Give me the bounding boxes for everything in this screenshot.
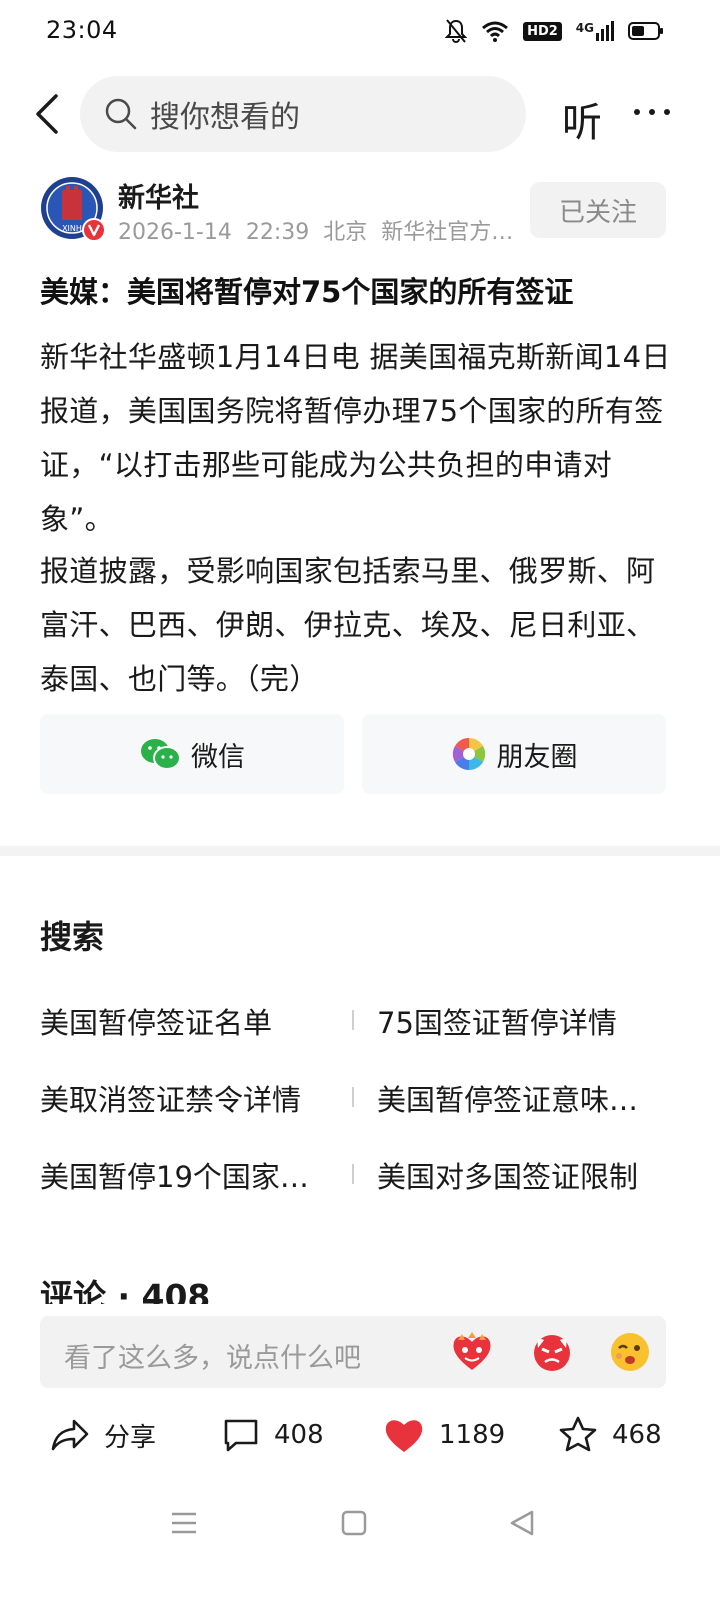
- signal-type: 4G: [575, 21, 594, 35]
- more-options-icon[interactable]: [632, 92, 672, 132]
- like-count: 1189: [439, 1420, 506, 1450]
- suggestion-divider: [352, 1087, 354, 1107]
- section-divider: [0, 846, 720, 856]
- moments-icon: [452, 737, 485, 771]
- search-suggestion[interactable]: 美国暂停19个国家…: [40, 1154, 309, 1196]
- search-suggestion[interactable]: 美取消签证禁令详情: [40, 1077, 301, 1119]
- account-description: 新华社官方…: [381, 220, 514, 245]
- share-moments-label: 朋友圈: [496, 741, 578, 773]
- search-input[interactable]: 搜你想看的: [80, 76, 526, 152]
- share-action-button[interactable]: 分享: [50, 1410, 156, 1460]
- publish-date: 2026-1-14: [118, 220, 232, 245]
- battery-icon: [628, 22, 663, 40]
- search-suggestion[interactable]: 75国签证暂停详情: [377, 1000, 617, 1042]
- share-wechat-button[interactable]: 微信: [40, 714, 344, 794]
- author-meta: 2026-1-14 22:39 北京 新华社官方…: [118, 214, 513, 246]
- star-icon: [559, 1416, 597, 1452]
- signal-icon: 4G: [576, 21, 614, 41]
- share-arrow-icon: [51, 1419, 89, 1451]
- status-time: 23:04: [46, 16, 118, 44]
- verified-badge-icon: [82, 218, 106, 242]
- like-action-button[interactable]: 1189: [383, 1410, 505, 1460]
- listen-button[interactable]: 听: [562, 90, 602, 148]
- angry-face-emoji-icon[interactable]: [530, 1330, 574, 1374]
- suggestion-divider: [352, 1010, 354, 1030]
- search-suggestion[interactable]: 美国对多国签证限制: [377, 1154, 638, 1196]
- favorite-action-button[interactable]: 468: [558, 1410, 662, 1460]
- status-bar: 23:04 HD2 4G: [0, 0, 720, 64]
- comment-count: 408: [274, 1420, 324, 1450]
- comment-placeholder: 看了这么多，说点什么吧: [64, 1343, 361, 1374]
- svg-text:XINH: XINH: [62, 224, 82, 233]
- home-nav-icon[interactable]: [340, 1508, 368, 1538]
- back-nav-icon[interactable]: [508, 1508, 536, 1538]
- hd-badge: HD2: [523, 21, 562, 41]
- wink-face-emoji-icon[interactable]: [608, 1330, 652, 1374]
- wechat-icon: [141, 739, 181, 770]
- share-wechat-label: 微信: [191, 741, 245, 773]
- share-moments-button[interactable]: 朋友圈: [362, 714, 666, 794]
- top-nav: 搜你想看的 听: [0, 72, 720, 156]
- heart-icon: [385, 1420, 423, 1452]
- favorite-count: 468: [612, 1420, 662, 1450]
- author-name[interactable]: 新华社: [118, 176, 199, 215]
- search-icon: [105, 98, 137, 130]
- follow-button[interactable]: 已关注: [530, 182, 666, 238]
- wifi-icon: [482, 21, 509, 42]
- comments-title: 评论 · 408: [40, 1277, 211, 1304]
- publish-location: 北京: [323, 220, 368, 245]
- avatar[interactable]: XINH: [40, 176, 106, 242]
- menu-nav-icon[interactable]: [170, 1508, 198, 1538]
- search-suggestion[interactable]: 美国暂停签证名单: [40, 1000, 272, 1042]
- search-placeholder: 搜你想看的: [150, 100, 300, 135]
- article-title: 美媒：美国将暂停对75个国家的所有签证: [40, 275, 574, 309]
- publish-time: 22:39: [245, 220, 310, 245]
- search-suggestion[interactable]: 美国暂停签证意味…: [377, 1077, 638, 1119]
- comment-bubble-icon: [224, 1419, 258, 1452]
- comment-input[interactable]: 看了这么多，说点什么吧: [40, 1316, 666, 1388]
- comment-action-button[interactable]: 408: [222, 1410, 324, 1460]
- back-arrow-icon[interactable]: [30, 92, 66, 136]
- share-action-label: 分享: [104, 1422, 157, 1453]
- article-paragraph: 新华社华盛顿1月14日电 据美国福克斯新闻14日报道，美国国务院将暂停办理75个…: [40, 340, 671, 536]
- status-icons: HD2 4G: [445, 18, 664, 44]
- article-paragraph: 报道披露，受影响国家包括索马里、俄罗斯、阿富汗、巴西、伊朗、伊拉克、埃及、尼日利…: [40, 554, 656, 696]
- heart-face-emoji-icon[interactable]: [450, 1330, 494, 1374]
- suggestion-divider: [352, 1164, 354, 1184]
- search-section-title: 搜索: [40, 918, 105, 956]
- mute-bell-icon: [445, 19, 468, 44]
